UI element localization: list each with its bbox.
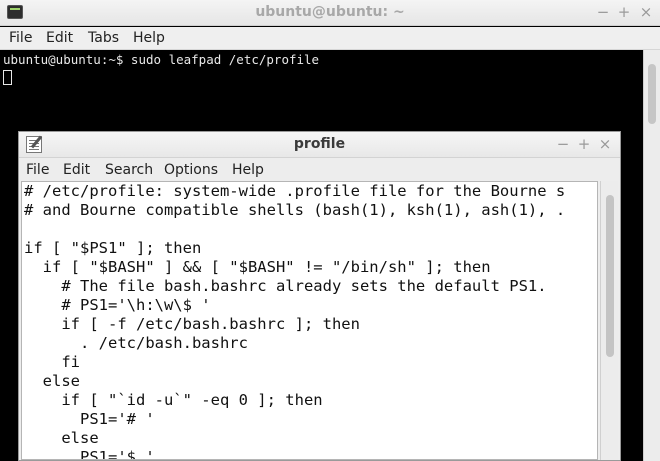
terminal-titlebar[interactable]: ubuntu@ubuntu: ~ − + × [0, 0, 660, 26]
editor-window: profile − + × File Edit Search Options H… [18, 131, 621, 461]
terminal-scrollbar[interactable] [643, 50, 660, 461]
editor-text-line: if [ "$PS1" ]; then [24, 239, 202, 257]
menu-search[interactable]: Search [105, 162, 153, 178]
terminal-cursor [3, 70, 12, 85]
editor-text-line: else [24, 372, 80, 390]
terminal-scroll-thumb[interactable] [648, 64, 656, 124]
terminal-prompt-line: ubuntu@ubuntu:~$ sudo leafpad /etc/profi… [3, 52, 320, 67]
editor-text-line: PS1='$ ' [24, 448, 155, 460]
editor-text-line: if [ -f /etc/bash.bashrc ]; then [24, 315, 360, 333]
menu-options[interactable]: Options [164, 162, 218, 178]
menu-edit[interactable]: Edit [46, 30, 73, 46]
editor-text-line [24, 220, 565, 239]
editor-text-line: # /etc/profile: system-wide .profile fil… [24, 182, 566, 200]
terminal-menubar: File Edit Tabs Help [0, 27, 660, 50]
editor-text-line: PS1='# ' [24, 410, 155, 428]
minimize-icon[interactable]: − [594, 3, 612, 21]
minimize-icon[interactable]: − [554, 135, 572, 153]
terminal-window-title: ubuntu@ubuntu: ~ [255, 4, 405, 20]
editor-lines: # /etc/profile: system-wide .profile fil… [24, 182, 566, 460]
editor-text-line: # The file bash.bashrc already sets the … [24, 277, 547, 295]
editor-text-line: # PS1='\h:\w\$ ' [24, 296, 211, 314]
menu-help[interactable]: Help [133, 30, 165, 46]
editor-text-area[interactable]: # /etc/profile: system-wide .profile fil… [21, 181, 598, 460]
editor-window-title: profile [293, 136, 346, 152]
maximize-icon[interactable]: + [615, 3, 633, 21]
menu-help[interactable]: Help [232, 162, 264, 178]
close-icon[interactable]: × [637, 3, 655, 21]
editor-scroll-thumb[interactable] [606, 195, 614, 357]
editor-titlebar[interactable]: profile − + × [19, 132, 620, 158]
menu-file[interactable]: File [9, 30, 32, 46]
editor-text-line: fi [24, 353, 80, 371]
menu-edit[interactable]: Edit [63, 162, 90, 178]
maximize-icon[interactable]: + [575, 135, 593, 153]
editor-scrollbar[interactable] [600, 181, 618, 460]
editor-text-line: if [ "$BASH" ] && [ "$BASH" != "/bin/sh"… [24, 258, 491, 276]
editor-text-line: # and Bourne compatible shells (bash(1),… [24, 201, 566, 219]
menu-tabs[interactable]: Tabs [88, 30, 119, 46]
editor-text-line: else [24, 429, 99, 447]
editor-text-line: . /etc/bash.bashrc [24, 334, 248, 352]
editor-text-line: if [ "`id -u`" -eq 0 ]; then [24, 391, 323, 409]
close-icon[interactable]: × [596, 135, 614, 153]
editor-menubar: File Edit Search Options Help [19, 159, 620, 182]
menu-file[interactable]: File [26, 162, 49, 178]
